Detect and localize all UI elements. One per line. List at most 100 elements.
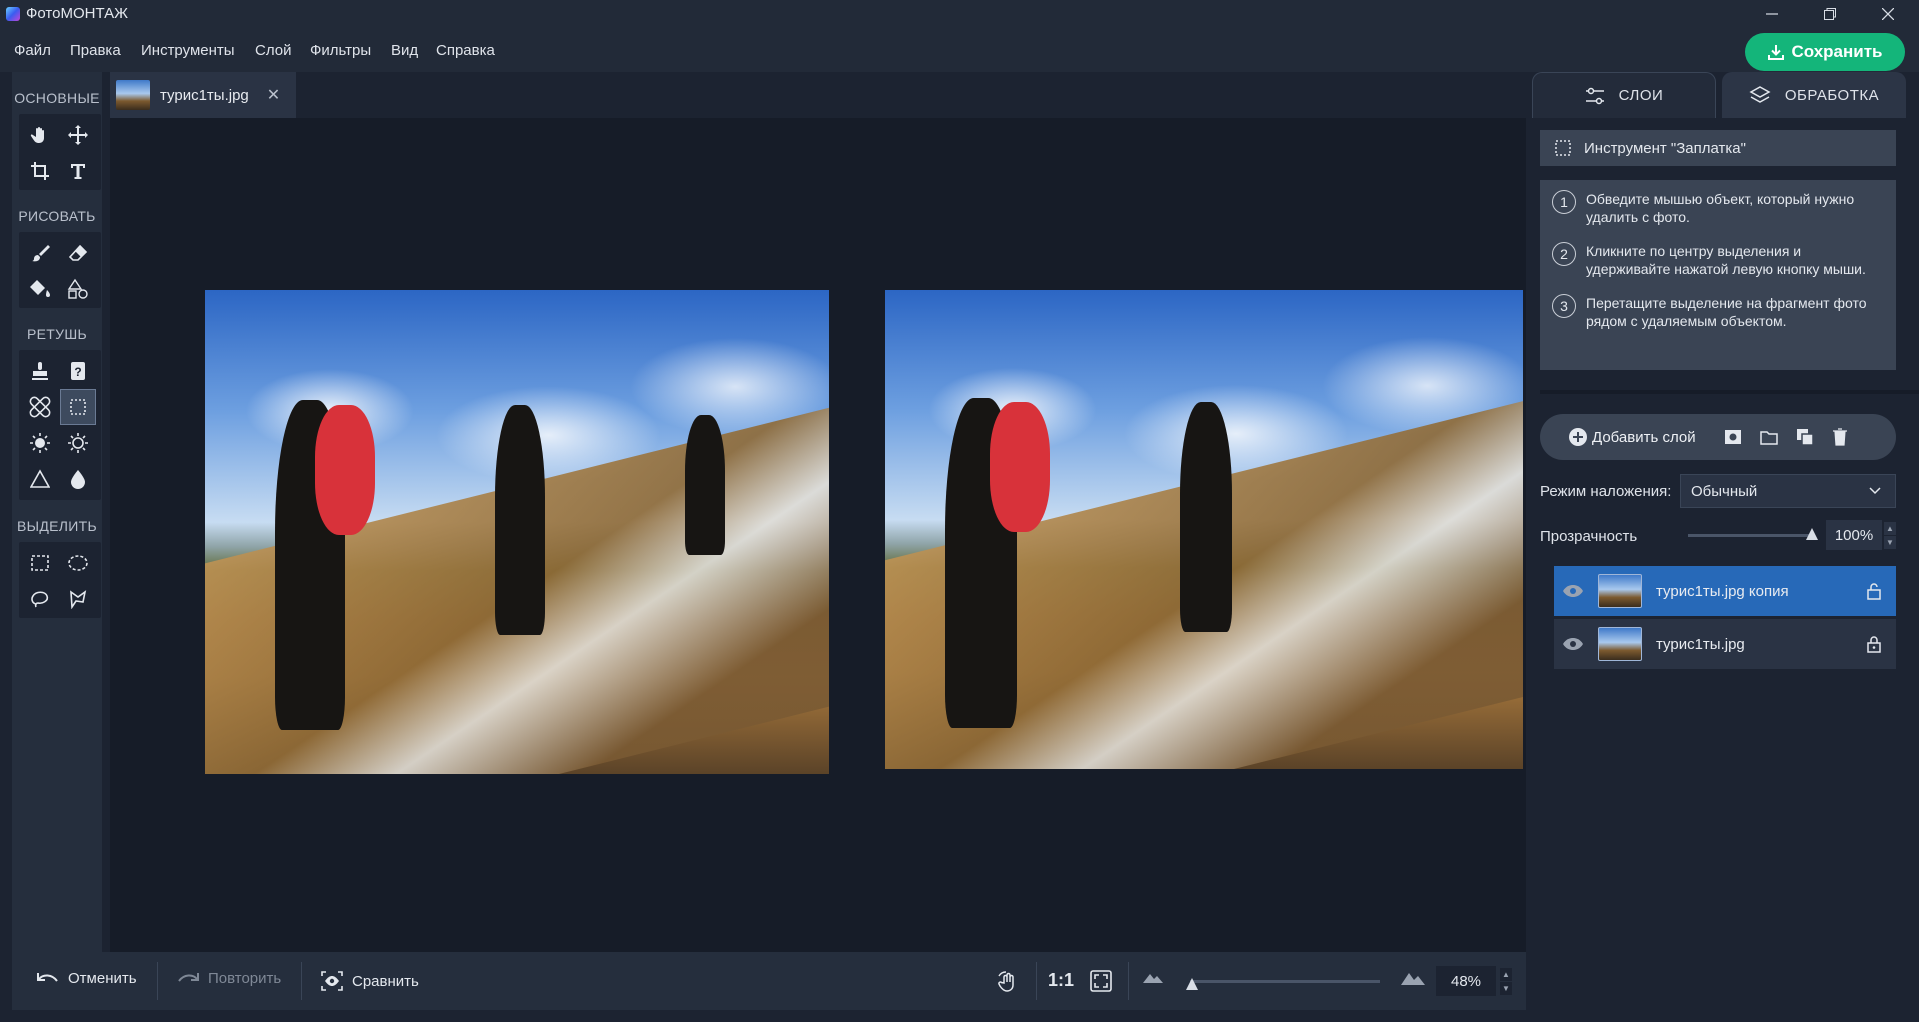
zoom-decrement-button[interactable]: ▼ — [1500, 982, 1512, 995]
brush-tool[interactable] — [23, 236, 57, 270]
polygon-lasso-icon — [70, 590, 87, 609]
move-tool[interactable] — [61, 118, 95, 152]
app-title: ФотоМОНТАЖ — [26, 5, 128, 22]
tab-processing[interactable]: ОБРАБОТКА — [1722, 72, 1906, 118]
step-number: 3 — [1552, 294, 1576, 318]
lock-icon[interactable] — [1866, 635, 1882, 653]
text-tool[interactable] — [61, 154, 95, 188]
blend-mode-select[interactable]: Обычный — [1680, 474, 1896, 508]
sharpen-tool[interactable] — [23, 462, 57, 496]
opacity-input[interactable]: 100% — [1826, 520, 1882, 550]
tool-group-retouch: ? — [19, 350, 101, 500]
delete-layer-button[interactable] — [1832, 428, 1848, 446]
patch-icon — [70, 399, 86, 415]
sun-filled-icon — [30, 433, 50, 453]
tab-layers[interactable]: СЛОИ — [1532, 72, 1716, 118]
instructions-box: 1 Обведите мышью объект, который нужно у… — [1540, 180, 1896, 370]
menu-layer[interactable]: Слой — [255, 42, 291, 59]
actual-size-button[interactable]: 1:1 — [1048, 970, 1074, 991]
darken-tool[interactable] — [61, 426, 95, 460]
magnetic-lasso-tool[interactable] — [61, 582, 95, 616]
move-icon — [68, 125, 88, 145]
section-basic-label: ОСНОВНЫЕ — [14, 90, 100, 106]
undo-button[interactable]: Отменить — [36, 970, 137, 987]
text-icon — [71, 164, 85, 179]
hiker-middle — [1180, 402, 1232, 632]
photo-before[interactable] — [205, 290, 829, 774]
add-mask-button[interactable] — [1724, 429, 1742, 445]
stamp-tool[interactable] — [23, 354, 57, 388]
patch-tool[interactable] — [60, 389, 96, 425]
folder-icon — [1759, 431, 1778, 445]
menu-edit[interactable]: Правка — [70, 42, 121, 59]
redo-button[interactable]: Повторить — [176, 970, 281, 987]
layer-row[interactable]: турис1ты.jpg — [1554, 619, 1896, 669]
patch-icon — [1555, 140, 1571, 156]
section-select-label: ВЫДЕЛИТЬ — [17, 518, 97, 534]
blend-mode-value: Обычный — [1691, 482, 1758, 500]
document-tab-title: турис1ты.jpg — [160, 86, 249, 104]
menu-view[interactable]: Вид — [391, 42, 418, 59]
touch-hand-icon — [998, 971, 1014, 992]
layer-name: турис1ты.jpg — [1656, 635, 1745, 653]
zoom-slider[interactable] — [1190, 980, 1380, 983]
lasso-icon — [31, 591, 49, 608]
menu-help[interactable]: Справка — [436, 42, 495, 59]
layer-row[interactable]: турис1ты.jpg копия — [1554, 566, 1896, 616]
close-window-button[interactable] — [1859, 0, 1917, 28]
document-tab-strip — [102, 72, 1526, 118]
save-button[interactable]: Сохранить — [1745, 33, 1905, 71]
zoom-in-button[interactable] — [1400, 970, 1426, 986]
zoom-out-button[interactable] — [1142, 970, 1164, 984]
blur-tool[interactable] — [61, 462, 95, 496]
step-text: Обведите мышью объект, который нужно уда… — [1586, 191, 1855, 225]
hiker-middle — [495, 405, 545, 635]
backpack-red — [315, 405, 375, 535]
opacity-slider[interactable] — [1688, 534, 1814, 537]
brighten-tool[interactable] — [23, 426, 57, 460]
compare-eye-icon — [321, 971, 343, 991]
photo-after[interactable] — [885, 290, 1523, 769]
instruction-step: 3 Перетащите выделение на фрагмент фото … — [1552, 294, 1884, 330]
sliders-icon — [1585, 87, 1604, 104]
ellipse-select-tool[interactable] — [61, 546, 95, 580]
opacity-decrement-button[interactable]: ▼ — [1884, 536, 1896, 549]
crop-tool[interactable] — [23, 154, 57, 188]
document-tab[interactable]: турис1ты.jpg ✕ — [110, 72, 296, 118]
fit-screen-icon — [1090, 970, 1112, 992]
shapes-icon — [67, 278, 88, 299]
fill-tool[interactable] — [23, 272, 57, 306]
sun-outline-icon — [68, 433, 88, 453]
add-layer-button[interactable]: Добавить слой — [1568, 427, 1696, 447]
hand-pan-button[interactable] — [996, 970, 1020, 994]
duplicate-layer-button[interactable] — [1796, 428, 1814, 446]
open-image-layer-button[interactable] — [1759, 429, 1778, 445]
redo-label: Повторить — [208, 970, 282, 987]
rect-select-tool[interactable] — [23, 546, 57, 580]
eye-icon[interactable] — [1562, 637, 1584, 651]
zoom-input[interactable]: 48% — [1436, 966, 1496, 996]
lasso-tool[interactable] — [23, 582, 57, 616]
opacity-increment-button[interactable]: ▲ — [1884, 522, 1896, 535]
zoom-increment-button[interactable]: ▲ — [1500, 968, 1512, 981]
menu-tools[interactable]: Инструменты — [141, 42, 235, 59]
minimize-button[interactable] — [1743, 0, 1801, 28]
rect-select-icon — [31, 555, 49, 571]
eraser-icon — [68, 244, 88, 261]
step-text: Перетащите выделение на фрагмент фото ря… — [1586, 295, 1867, 329]
shapes-tool[interactable] — [61, 272, 95, 306]
layer-name: турис1ты.jpg копия — [1656, 582, 1789, 600]
menu-file[interactable]: Файл — [14, 42, 51, 59]
fit-screen-button[interactable] — [1090, 970, 1112, 992]
restore-button[interactable] — [1801, 0, 1859, 28]
menu-filters[interactable]: Фильтры — [310, 42, 371, 59]
unlock-icon[interactable] — [1866, 582, 1882, 600]
bandage-tool[interactable] — [23, 390, 57, 424]
compare-button[interactable]: Сравнить — [320, 970, 419, 992]
eraser-tool[interactable] — [61, 236, 95, 270]
close-tab-icon[interactable]: ✕ — [267, 85, 280, 105]
healing-tool[interactable]: ? — [61, 354, 95, 388]
duplicate-icon — [1796, 429, 1814, 446]
hand-tool[interactable] — [23, 118, 57, 152]
eye-icon[interactable] — [1562, 584, 1584, 598]
